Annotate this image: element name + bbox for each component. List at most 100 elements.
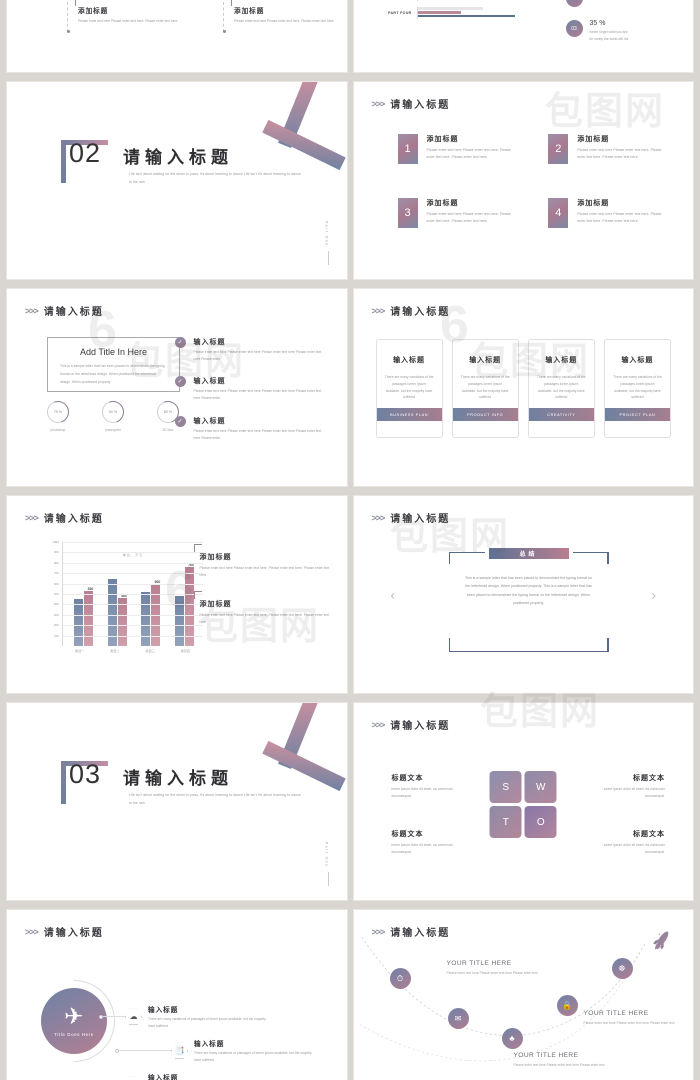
item-number-badge: 4 xyxy=(548,198,569,228)
item-body: Please enter text here Please enter text… xyxy=(577,148,662,160)
slide-thumbnail[interactable]: >>> 请输入标题 ⏱ ✉ ♣ 🔒 ☸ 🚀 YOUR TITLE HERE Pl… xyxy=(353,910,693,1080)
chart-y-tick: 400 xyxy=(53,602,59,607)
box-icon: ✉ xyxy=(454,1014,462,1023)
chart-gridline xyxy=(63,583,203,585)
clock-icon: ⏱ xyxy=(396,973,404,983)
roadmap-text: YOUR TITLE HERE Please enter text here P… xyxy=(447,960,547,977)
numbered-item[interactable]: 4 添加标题 Please enter text here Please ent… xyxy=(548,198,669,228)
chart-gridline xyxy=(63,604,203,606)
swot-square-w[interactable]: W xyxy=(524,771,557,803)
item-number-badge: 3 xyxy=(397,198,418,228)
info-card[interactable]: 输入标题 There are many variations of the pa… xyxy=(451,339,519,438)
item-body: Please enter text here Please enter text… xyxy=(426,148,511,160)
hex-item[interactable]: ☁ 输入标题 There are many variations of pass… xyxy=(99,1004,266,1030)
slide-thumbnail[interactable]: >>> 请输入标题 Add Title In Here This is a sa… xyxy=(7,289,347,486)
roadmap-body: Please enter text here Please enter text… xyxy=(446,971,538,975)
chart-y-tick: 100 xyxy=(53,633,59,638)
swot-square-t[interactable]: T xyxy=(489,806,522,838)
chart-gridline xyxy=(63,625,203,627)
slide-thumbnail[interactable]: >>> 请输入标题 S W T O 标题文本 lorem ipsum dolor… xyxy=(353,703,693,900)
section-number: 03 xyxy=(69,759,102,789)
check-list-item[interactable]: ✓ 输入标题 Please enter text here Please ent… xyxy=(174,337,327,363)
roadmap-node-globe[interactable]: ☸ xyxy=(611,958,633,979)
skill-ring-group: 75 % photoshop 90 % powerpoint 80 % 3D Max xyxy=(43,397,183,432)
bar-chart: 100 200 300 400 500 600 700 800 900 1000 单位：万元 53… xyxy=(43,540,203,662)
summary-body: This is a sample letter that has been pl… xyxy=(464,576,593,605)
prev-arrow-icon[interactable]: ‹ xyxy=(391,587,395,602)
book-icon: 📑 xyxy=(171,1042,188,1059)
swot-label-title: 标题文本 xyxy=(633,831,665,838)
slide-thumbnail[interactable]: >>> 请输入标题 100 200 300 400 500 600 700 800 900 100… xyxy=(7,496,347,693)
stat-item: 03 35 % Never forget what you are, for su… xyxy=(565,20,682,42)
chart-y-tick: 600 xyxy=(53,581,59,586)
section-subtitle: Life isn't about waiting for the storm t… xyxy=(129,172,301,184)
check-icon: ✓ xyxy=(174,337,186,348)
card-title: 输入标题 xyxy=(469,357,502,364)
info-card[interactable]: 输入标题 There are many variations of the pa… xyxy=(527,339,595,438)
slide-header: >>> 请输入标题 xyxy=(25,924,104,940)
numbered-item[interactable]: 2 添加标题 Please enter text here Please ent… xyxy=(548,134,669,164)
chart-data-label: 530 xyxy=(87,586,94,591)
slide-thumbnail[interactable]: 02 请输入标题 Life isn't about waiting for th… xyxy=(7,82,347,279)
item-number-badge: 1 xyxy=(397,134,418,164)
swot-matrix: S W T O xyxy=(489,771,557,838)
hex-item[interactable]: 🏛 输入标题 There are many variations of pass… xyxy=(99,1072,266,1080)
bar-label: PART FOUR xyxy=(388,11,412,15)
info-card[interactable]: 输入标题 There are many variations of the pa… xyxy=(603,339,671,438)
slide-header: >>> 请输入标题 xyxy=(372,96,451,112)
note-column: 添加标题 Please enter text here Please enter… xyxy=(222,0,344,33)
slide-thumbnail[interactable]: >>> 请输入标题 输入标题 There are many variations… xyxy=(353,289,693,486)
swot-label-body: lorem ipsum dolor sit amet, ea commodo d… xyxy=(603,787,665,799)
swot-square-s[interactable]: S xyxy=(489,771,522,803)
hex-title: 输入标题 xyxy=(194,1041,225,1048)
corner-accent-icon xyxy=(193,544,202,552)
dashed-divider xyxy=(66,2,70,33)
roadmap-node-clock[interactable]: ⏱ xyxy=(389,968,411,989)
slide-thumbnail[interactable]: >>> 请输入标题 1 添加标题 Please enter text here … xyxy=(353,82,693,279)
title-box-title: Add Title In Here xyxy=(79,347,148,357)
next-arrow-icon[interactable]: › xyxy=(652,587,656,602)
roadmap-node-lock[interactable]: 🔒 xyxy=(556,995,578,1016)
chart-x-tick: 类目二 xyxy=(110,649,120,653)
chart-note: 添加标题 Please enter text here Please enter… xyxy=(193,544,331,579)
chart-y-tick: 900 xyxy=(53,550,59,555)
check-list-item[interactable]: ✓ 输入标题 Please enter text here Please ent… xyxy=(174,376,327,402)
slide-thumbnail[interactable]: 添加标题 Please enter text here Please enter… xyxy=(7,0,347,72)
slide-header-title: 请输入标题 xyxy=(390,100,451,111)
bar-row: PART FOUR xyxy=(374,4,554,22)
roadmap-node-box[interactable]: ✉ xyxy=(447,1008,469,1029)
roadmap-title: YOUR TITLE HERE xyxy=(446,960,512,967)
numbered-item[interactable]: 3 添加标题 Please enter text here Please ent… xyxy=(397,198,519,228)
hex-item[interactable]: 📑 输入标题 There are many variations of pass… xyxy=(115,1038,312,1064)
item-number-badge: 2 xyxy=(548,134,569,164)
bar-blue xyxy=(417,14,516,18)
chart-note-body: Please enter text here Please enter text… xyxy=(199,613,330,625)
slide-header-title: 请输入标题 xyxy=(43,307,104,318)
item-title: 添加标题 xyxy=(426,200,459,207)
section-subtitle: Life isn't about waiting for the storm t… xyxy=(129,793,301,805)
check-icon: ✓ xyxy=(174,376,186,388)
roadmap-node-users[interactable]: ♣ xyxy=(501,1028,523,1049)
hex-body: There are many variations of passages of… xyxy=(148,1017,266,1028)
card-footer-bar: CREATIVITY xyxy=(528,408,594,421)
swot-label: 标题文本 lorem ipsum dolor sit amet, ea comm… xyxy=(587,773,665,801)
roadmap-body: Please enter text here Please enter text… xyxy=(583,1021,675,1025)
swot-square-o[interactable]: O xyxy=(524,806,557,838)
chart-y-tick: 500 xyxy=(53,592,59,596)
bar-track xyxy=(416,7,554,19)
info-card[interactable]: 输入标题 There are many variations of the pa… xyxy=(375,339,443,438)
dashed-divider xyxy=(222,2,226,33)
slide-thumbnail[interactable]: >>> 请输入标题 ‹ › 总结 This is a sample letter… xyxy=(353,496,693,693)
section-side-label: Part One xyxy=(325,842,333,886)
chart-gridline xyxy=(63,614,203,616)
swot-label-title: 标题文本 xyxy=(633,775,665,782)
rocket-icon: 🚀 xyxy=(651,931,673,952)
note-title: 添加标题 xyxy=(78,8,109,15)
slide-thumbnail[interactable]: PART THREE PART FOUR 02 for s xyxy=(353,0,693,72)
numbered-item[interactable]: 1 添加标题 Please enter text here Please ent… xyxy=(397,134,519,164)
item-body: Please enter text here Please enter text… xyxy=(426,212,511,224)
check-list-item[interactable]: ✓ 输入标题 Please enter text here Please ent… xyxy=(174,415,327,442)
slide-thumbnail[interactable]: >>> 请输入标题 ✈ Title Goes Here ☁ 输入标题 There… xyxy=(7,910,347,1080)
slide-thumbnail[interactable]: 03 请输入标题 Life isn't about waiting for th… xyxy=(7,703,347,900)
hex-body: There are many variations of passages of… xyxy=(194,1051,312,1062)
